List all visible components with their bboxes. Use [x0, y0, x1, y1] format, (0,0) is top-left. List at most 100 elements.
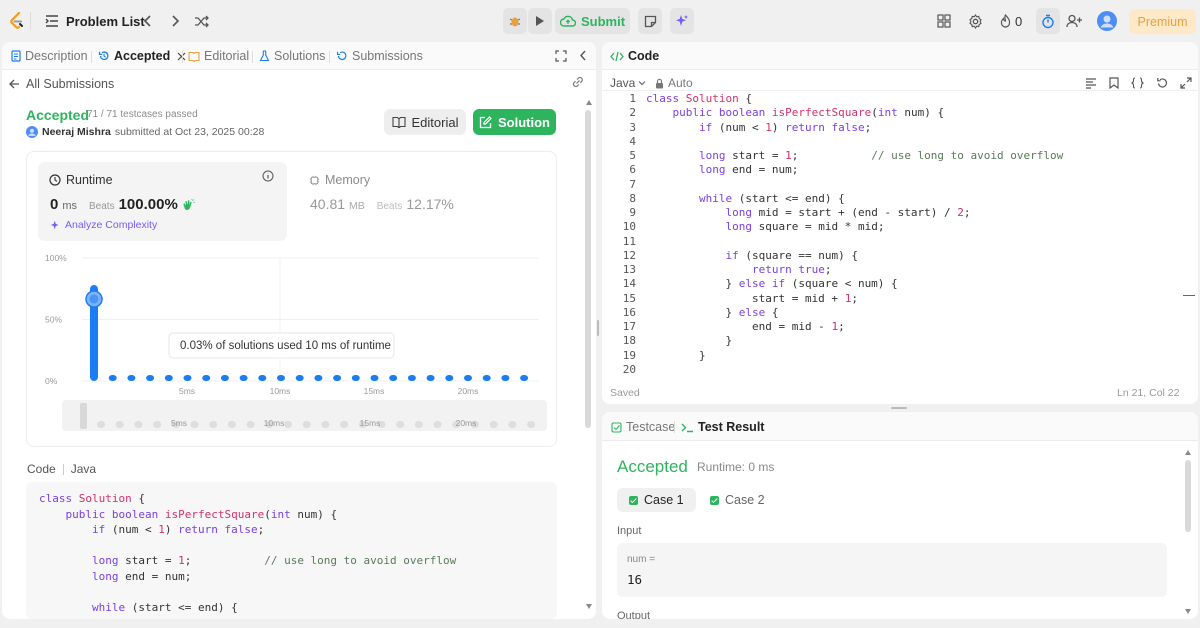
bar[interactable] [351, 375, 360, 381]
notes-button[interactable] [638, 8, 662, 34]
panel-resize-handle[interactable] [597, 320, 599, 336]
format-icon[interactable] [1085, 77, 1097, 89]
overview-bar [115, 421, 124, 428]
problem-list-link[interactable]: Problem List [66, 11, 145, 31]
code-icon [610, 51, 624, 61]
tab-description[interactable]: Description [11, 49, 88, 63]
tab-testcase[interactable]: Testcase [611, 420, 675, 434]
scroll-down-icon[interactable] [1185, 609, 1191, 614]
divider [252, 51, 253, 63]
prev-problem-icon[interactable] [143, 11, 153, 31]
result-scrollbar[interactable] [1185, 460, 1191, 532]
bar[interactable] [146, 375, 155, 381]
bar[interactable] [389, 375, 398, 381]
tab-solutions-label: Solutions [274, 49, 326, 63]
share-link-icon[interactable] [571, 76, 585, 88]
line-number: 9 [629, 206, 636, 219]
bar[interactable] [183, 375, 192, 381]
performance-stats: Runtime 0 ms Beats 100.00% Analyze Compl… [26, 151, 557, 447]
user-avatar-icon[interactable] [26, 126, 38, 138]
bookmark-icon[interactable] [1109, 77, 1119, 89]
leetcode-logo-icon[interactable] [9, 12, 25, 30]
memory-card[interactable]: Memory [309, 173, 370, 187]
braces-icon[interactable] [1131, 77, 1144, 89]
shuffle-icon[interactable] [194, 11, 209, 31]
submit-button[interactable]: Submit [555, 8, 630, 34]
avatar[interactable] [1097, 11, 1117, 31]
left-scrollbar[interactable] [585, 110, 591, 428]
streak-counter[interactable]: 0 [1000, 11, 1022, 31]
submitted-time: submitted at Oct 23, 2025 00:28 [114, 126, 265, 138]
overview-bar [302, 421, 311, 428]
runtime-distribution-chart[interactable]: 100% 50% 0% 5ms 10ms 15ms 20ms 0.03% of solutio… [27, 245, 556, 445]
bar[interactable] [220, 375, 229, 381]
bar[interactable] [202, 375, 211, 381]
bar[interactable] [258, 375, 267, 381]
add-friend-icon[interactable] [1066, 11, 1083, 31]
expand-icon[interactable] [1180, 77, 1192, 89]
bar[interactable] [482, 375, 491, 381]
submission-status: Accepted [26, 107, 90, 123]
scroll-down-icon[interactable] [586, 604, 592, 609]
premium-button[interactable]: Premium [1129, 9, 1196, 34]
tab-accepted[interactable]: Accepted [98, 49, 186, 63]
bar[interactable] [314, 375, 323, 381]
scroll-up-icon[interactable] [1185, 450, 1191, 455]
analyze-complexity-link[interactable]: Analyze Complexity [50, 219, 157, 231]
case-1-tab[interactable]: Case 1 [617, 488, 696, 512]
bar[interactable] [333, 375, 342, 381]
chevron-down-icon [638, 81, 646, 86]
input-var-name: num = [627, 554, 656, 565]
bar[interactable] [520, 375, 529, 381]
reset-icon[interactable] [1156, 77, 1168, 89]
editorial-button[interactable]: Editorial [384, 109, 466, 135]
bar[interactable] [108, 375, 117, 381]
tab-code[interactable]: Code [610, 49, 659, 63]
solution-button[interactable]: Solution [473, 109, 556, 135]
code-editor[interactable]: class Solution { public boolean isPerfec… [646, 92, 1063, 377]
bar[interactable] [407, 375, 416, 381]
case-2-tab[interactable]: Case 2 [698, 488, 777, 512]
scroll-up-icon[interactable] [586, 100, 592, 105]
bar[interactable] [370, 375, 379, 381]
maximize-icon[interactable] [555, 50, 567, 62]
editor-line: while (start <= end) { [698, 191, 845, 205]
submitted-code[interactable]: class Solution { public boolean isPerfec… [26, 482, 557, 619]
layout-icon[interactable] [937, 11, 951, 31]
settings-gear-icon[interactable] [968, 11, 983, 31]
ai-button[interactable] [670, 8, 694, 34]
bar[interactable] [501, 375, 510, 381]
collapse-icon[interactable] [579, 49, 587, 62]
run-button[interactable] [528, 8, 552, 34]
bar[interactable] [239, 375, 248, 381]
overview-handle[interactable] [80, 403, 87, 429]
bar[interactable] [164, 375, 173, 381]
bar[interactable] [426, 375, 435, 381]
bar[interactable] [127, 375, 136, 381]
tab-test-result[interactable]: Test Result [681, 420, 764, 434]
next-problem-icon[interactable] [170, 11, 180, 31]
submission-panel: Description Accepted Editorial Solutions… [2, 42, 596, 619]
bar[interactable] [295, 375, 304, 381]
bar[interactable] [445, 375, 454, 381]
problem-list-icon[interactable] [45, 11, 59, 31]
auto-mode[interactable]: Auto [655, 76, 693, 90]
x-tick-label: 15ms [364, 386, 385, 396]
panel-resize-handle-horizontal[interactable] [891, 407, 907, 409]
language-select[interactable]: Java [610, 76, 646, 90]
tab-submissions[interactable]: Submissions [336, 49, 423, 63]
bar[interactable] [277, 375, 285, 381]
input-box[interactable]: num = 16 [617, 543, 1167, 597]
username[interactable]: Neeraj Mishra [42, 126, 111, 138]
bar[interactable] [464, 375, 472, 381]
tab-solutions[interactable]: Solutions [259, 49, 325, 63]
debug-button[interactable] [503, 8, 527, 34]
runtime-card[interactable]: Runtime 0 ms Beats 100.00% Analyze Compl… [38, 162, 287, 241]
all-submissions-link[interactable]: All Submissions [9, 77, 114, 91]
timer-button[interactable] [1036, 8, 1060, 34]
tab-editorial[interactable]: Editorial [188, 49, 249, 63]
info-icon[interactable] [262, 170, 274, 182]
input-label: Input [617, 525, 642, 537]
